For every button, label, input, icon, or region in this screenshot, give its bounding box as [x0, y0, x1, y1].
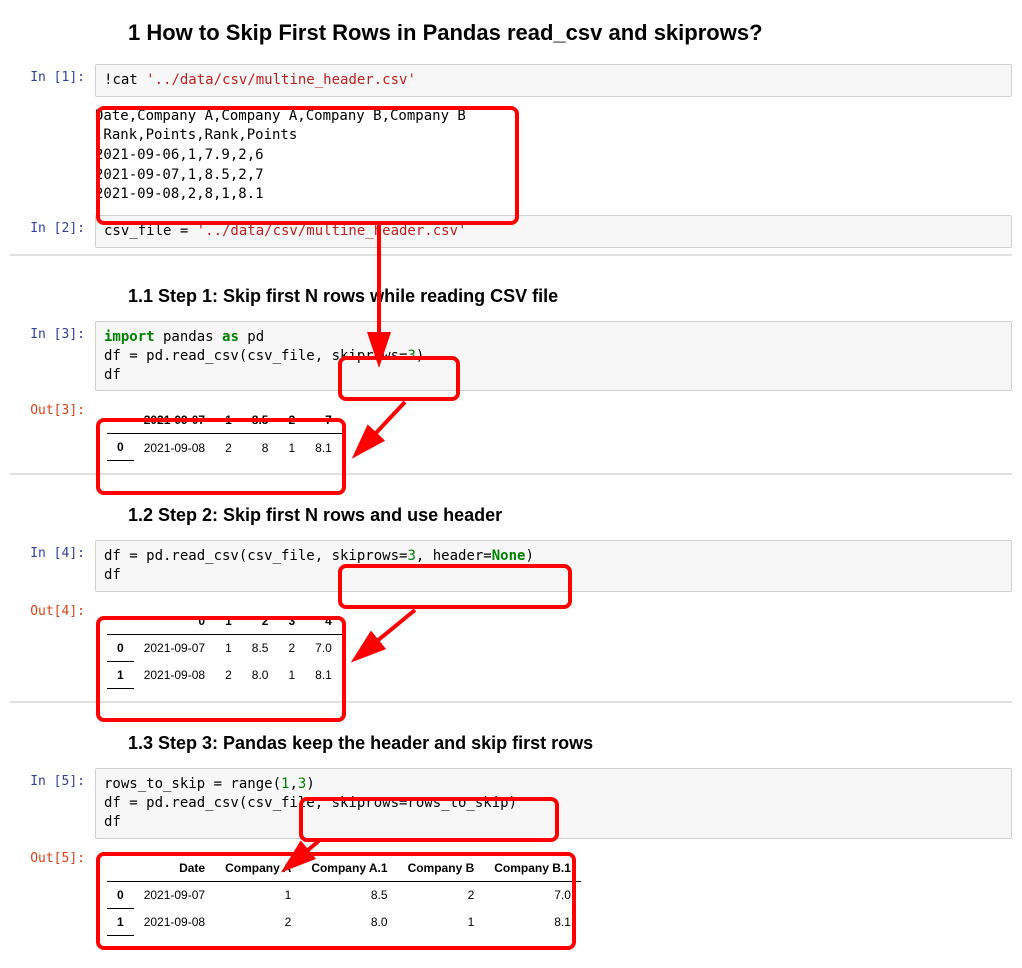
input-cell-2: In [2]: csv_file = '../data/csv/multine_… [10, 215, 1012, 248]
section-divider [10, 701, 1012, 703]
prompt-in-2: In [2]: [10, 215, 95, 236]
row-index: 0 [107, 881, 134, 908]
dataframe-3: 2021-09-0718.52702021-09-082818.1 [107, 407, 342, 461]
code-block-2[interactable]: csv_file = '../data/csv/multine_header.c… [95, 215, 1012, 248]
code-block-3[interactable]: import pandas as pd df = pd.read_csv(csv… [95, 321, 1012, 392]
table-header: Company B [398, 855, 485, 882]
code-block-1[interactable]: !cat '../data/csv/multine_header.csv' [95, 64, 1012, 97]
table-row: 02021-09-0718.527.0 [107, 881, 581, 908]
section-1-1-title: 1.1 Step 1: Skip first N rows while read… [128, 286, 1012, 307]
table-cell: 1 [278, 434, 305, 461]
table-cell: 2 [278, 635, 305, 662]
table-cell: 8.1 [484, 908, 581, 935]
input-cell-3: In [3]: import pandas as pd df = pd.read… [10, 321, 1012, 392]
table-cell: 8.0 [301, 908, 397, 935]
table-cell: 2021-09-07 [134, 881, 215, 908]
table-header: Company A.1 [301, 855, 397, 882]
table-row: 12021-09-0828.018.1 [107, 908, 581, 935]
table-header: 2 [278, 407, 305, 434]
table-cell: 2 [215, 662, 242, 689]
table-header: 8.5 [242, 407, 279, 434]
section-1-3-title: 1.3 Step 3: Pandas keep the header and s… [128, 733, 1012, 754]
dataframe-5: DateCompany ACompany A.1Company BCompany… [107, 855, 581, 936]
table-cell: 2 [215, 434, 242, 461]
output-cell-3: Out[3]: 2021-09-0718.52702021-09-082818.… [10, 397, 1012, 467]
output-html-4: 0123402021-09-0718.527.012021-09-0828.01… [95, 598, 1012, 695]
prompt-in-3: In [3]: [10, 321, 95, 342]
table-header: 1 [215, 407, 242, 434]
section-1-2-title: 1.2 Step 2: Skip first N rows and use he… [128, 505, 1012, 526]
prompt-out-4: Out[4]: [10, 598, 95, 619]
prompt-in-1: In [1]: [10, 64, 95, 85]
prompt-empty [10, 103, 95, 109]
output-text-1: Date,Company A,Company A,Company B,Compa… [95, 103, 1012, 205]
input-cell-1: In [1]: !cat '../data/csv/multine_header… [10, 64, 1012, 97]
table-cell: 2 [398, 881, 485, 908]
table-cell: 8.1 [305, 434, 342, 461]
table-cell: 8.5 [301, 881, 397, 908]
prompt-in-5: In [5]: [10, 768, 95, 789]
input-cell-4: In [4]: df = pd.read_csv(csv_file, skipr… [10, 540, 1012, 592]
row-index: 1 [107, 662, 134, 689]
output-html-5: DateCompany ACompany A.1Company BCompany… [95, 845, 1012, 942]
notebook-page: 1 How to Skip First Rows in Pandas read_… [10, 20, 1012, 942]
table-cell: 8.0 [242, 662, 279, 689]
table-row: 12021-09-0828.018.1 [107, 662, 342, 689]
table-cell: 1 [215, 881, 301, 908]
code-block-4[interactable]: df = pd.read_csv(csv_file, skiprows=3, h… [95, 540, 1012, 592]
row-index: 0 [107, 434, 134, 461]
table-cell: 2 [215, 908, 301, 935]
page-title: 1 How to Skip First Rows in Pandas read_… [128, 20, 1012, 46]
row-index: 0 [107, 635, 134, 662]
table-header [107, 855, 134, 882]
prompt-in-4: In [4]: [10, 540, 95, 561]
table-header: 3 [278, 608, 305, 635]
input-cell-5: In [5]: rows_to_skip = range(1,3) df = p… [10, 768, 1012, 839]
table-header: 2 [242, 608, 279, 635]
output-cell-5: Out[5]: DateCompany ACompany A.1Company … [10, 845, 1012, 942]
table-cell: 2021-09-08 [134, 662, 215, 689]
table-header: 2021-09-07 [134, 407, 215, 434]
table-header: Date [134, 855, 215, 882]
table-cell: 8.5 [242, 635, 279, 662]
code-block-5[interactable]: rows_to_skip = range(1,3) df = pd.read_c… [95, 768, 1012, 839]
table-header [107, 407, 134, 434]
table-cell: 7.0 [305, 635, 342, 662]
row-index: 1 [107, 908, 134, 935]
table-header [107, 608, 134, 635]
table-cell: 8 [242, 434, 279, 461]
table-header: 1 [215, 608, 242, 635]
table-cell: 1 [398, 908, 485, 935]
table-row: 02021-09-0718.527.0 [107, 635, 342, 662]
table-cell: 2021-09-08 [134, 908, 215, 935]
table-row: 02021-09-082818.1 [107, 434, 342, 461]
output-cell-1: Date,Company A,Company A,Company B,Compa… [10, 103, 1012, 205]
section-divider [10, 254, 1012, 256]
dataframe-4: 0123402021-09-0718.527.012021-09-0828.01… [107, 608, 342, 689]
table-cell: 1 [278, 662, 305, 689]
table-header: Company B.1 [484, 855, 581, 882]
table-cell: 2021-09-07 [134, 635, 215, 662]
table-cell: 7.0 [484, 881, 581, 908]
table-cell: 1 [215, 635, 242, 662]
table-header: 0 [134, 608, 215, 635]
prompt-out-3: Out[3]: [10, 397, 95, 418]
table-cell: 8.1 [305, 662, 342, 689]
output-html-3: 2021-09-0718.52702021-09-082818.1 [95, 397, 1012, 467]
section-divider [10, 473, 1012, 475]
table-header: 4 [305, 608, 342, 635]
prompt-out-5: Out[5]: [10, 845, 95, 866]
table-header: Company A [215, 855, 301, 882]
table-cell: 2021-09-08 [134, 434, 215, 461]
table-header: 7 [305, 407, 342, 434]
output-cell-4: Out[4]: 0123402021-09-0718.527.012021-09… [10, 598, 1012, 695]
